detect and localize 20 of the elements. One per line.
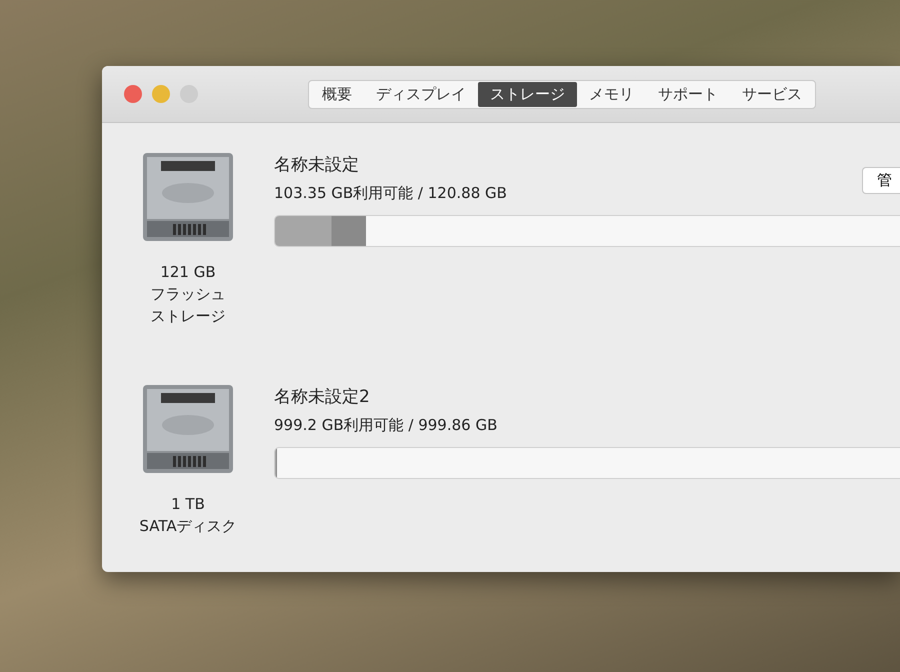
tab[interactable]: サポート [646, 82, 730, 106]
volume-name: 名称未設定 [274, 154, 360, 176]
drive-type: ストレージ [150, 306, 226, 327]
tab[interactable]: ストレージ [478, 82, 577, 106]
tab[interactable]: サービス [730, 82, 814, 106]
minimize-button[interactable] [152, 85, 170, 103]
drive-size: 121 GB [160, 262, 216, 283]
manage-button[interactable]: 管 [862, 167, 900, 194]
usage-text: 103.35 GB利用可能 / 120.88 GB [274, 184, 507, 203]
volume-name: 名称未設定2 [274, 386, 371, 408]
drive-type: SATAディスク [139, 516, 237, 537]
close-button[interactable] [124, 85, 142, 103]
tab[interactable]: メモリ [577, 82, 646, 106]
hard-drive-icon [141, 151, 235, 243]
hard-drive-icon [141, 383, 235, 475]
usage-text: 999.2 GB利用可能 / 999.86 GB [274, 416, 498, 435]
tab[interactable]: 概要 [310, 82, 364, 106]
drive-size: 1 TB [171, 494, 205, 515]
drive-type: フラッシュ [150, 284, 226, 305]
tab[interactable]: ディスプレイ [364, 82, 478, 106]
